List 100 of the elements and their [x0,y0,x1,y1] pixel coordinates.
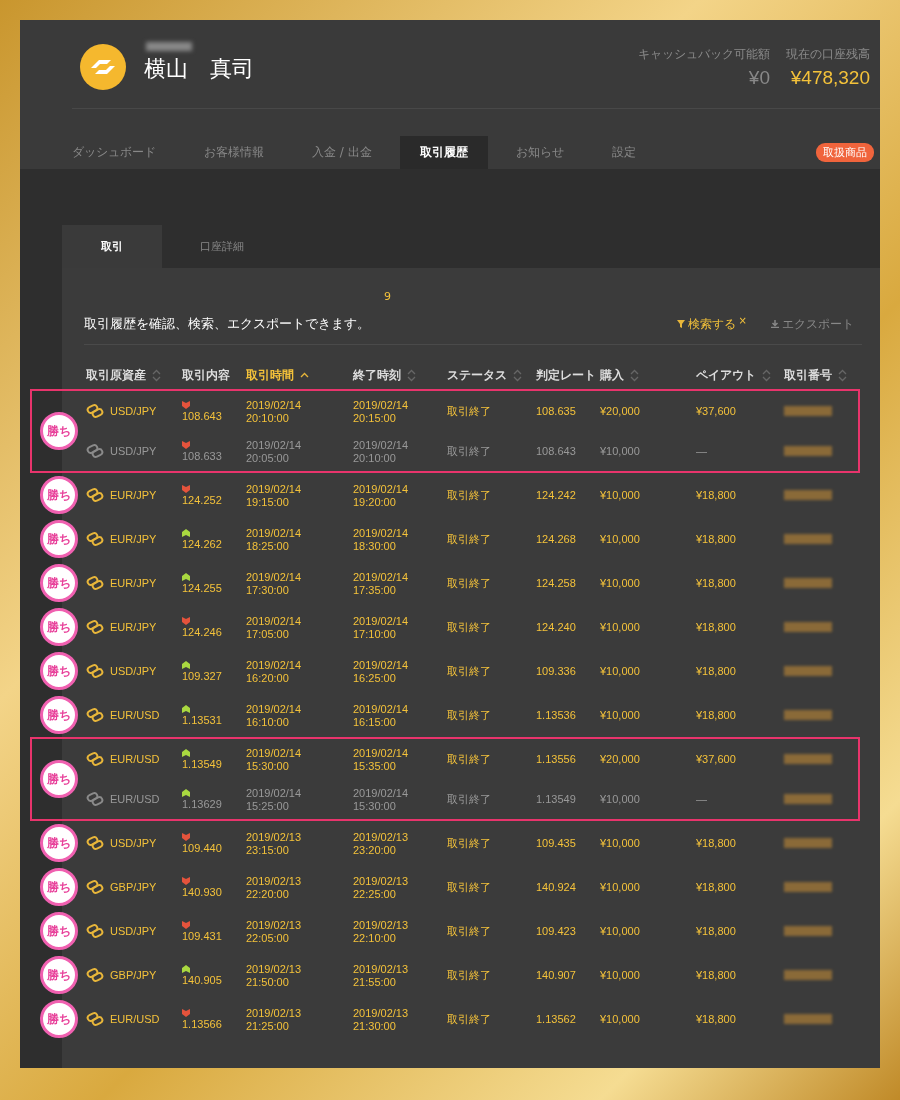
link-icon [86,576,104,590]
amount-text: ¥18,800 [696,577,736,589]
win-stamp: 勝ち [40,652,78,690]
rate-text: 109.435 [536,837,576,849]
amount-text: ¥18,800 [696,665,736,677]
time-text: 18:25:00 [246,539,289,552]
rate-text: 1.13531 [182,713,222,726]
pair-label: USD/JPY [110,925,157,937]
nav-tab[interactable]: 取引履歴 [399,136,488,169]
link-icon [86,792,104,806]
time-text: 18:30:00 [353,539,396,552]
time-text: 22:10:00 [353,931,396,944]
column-header[interactable]: 取引番号 [784,366,832,384]
time-text: 21:55:00 [353,975,396,988]
date-text: 2019/02/14 [246,614,302,627]
win-stamp: 勝ち [40,564,78,602]
pair-label: USD/JPY [110,445,157,457]
date-text: 2019/02/14 [246,702,302,715]
date-text: 2019/02/13 [246,830,302,843]
balance-label: 現在の口座残高 [786,46,870,63]
date-text: 2019/02/14 [246,570,302,583]
rate-text: 108.643 [182,409,222,422]
time-text: 17:10:00 [353,627,396,640]
status-text: 取引終了 [447,967,491,983]
win-stamp: 勝ち [40,412,78,450]
amount-text: ¥18,800 [696,621,736,633]
blurred-label [146,42,192,51]
amount-text: ¥10,000 [600,793,640,805]
date-text: 2019/02/14 [353,746,409,759]
clear-icon[interactable]: × [738,314,747,326]
status-text: 取引終了 [447,791,491,807]
pair-label: USD/JPY [110,837,157,849]
column-header[interactable]: ステータス [447,366,507,384]
amount-text: ¥20,000 [600,405,640,417]
link-icon [86,532,104,546]
rate-text: 124.268 [536,533,576,545]
sub-tab[interactable]: 口座詳細 [172,225,272,268]
amount-text: ¥10,000 [600,489,640,501]
time-text: 16:25:00 [353,671,396,684]
blurred-id [784,794,832,804]
win-stamp: 勝ち [40,760,78,798]
blurred-id [784,970,832,980]
time-text: 21:50:00 [246,975,289,988]
search-button[interactable]: 検索する × [676,315,747,333]
win-stamp: 勝ち [40,520,78,558]
blurred-id [784,926,832,936]
link-icon [86,708,104,722]
rate-text: 124.242 [536,489,576,501]
pair-label: USD/JPY [110,405,157,417]
column-header[interactable]: 取引時間 [246,366,294,384]
status-text: 取引終了 [447,923,491,939]
blurred-id [784,534,832,544]
column-header: 取引内容 [182,366,230,384]
pair-label: USD/JPY [110,665,157,677]
rate-text: 1.13549 [182,757,222,770]
rate-text: 108.635 [536,405,576,417]
amount-text: ¥18,800 [696,881,736,893]
rate-text: 108.643 [536,445,576,457]
time-text: 15:30:00 [246,759,289,772]
date-text: 2019/02/14 [246,482,302,495]
rate-text: 1.13566 [182,1017,222,1030]
time-text: 17:05:00 [246,627,289,640]
amount-text: ¥10,000 [600,881,640,893]
rate-text: 1.13556 [536,753,576,765]
link-icon [86,664,104,678]
date-text: 2019/02/14 [353,570,409,583]
date-text: 2019/02/14 [353,438,409,451]
link-icon [86,968,104,982]
pair-label: EUR/JPY [110,621,157,633]
win-stamp: 勝ち [40,912,78,950]
date-text: 2019/02/13 [246,1006,302,1019]
status-text: 取引終了 [447,403,491,419]
amount-text: ¥10,000 [600,925,640,937]
link-icon [86,836,104,850]
blurred-id [784,578,832,588]
time-text: 20:15:00 [353,411,396,424]
date-text: 2019/02/13 [353,962,409,975]
status-text: 取引終了 [447,487,491,503]
column-header[interactable]: ペイアウト [696,366,756,384]
time-text: 20:10:00 [353,451,396,464]
date-text: 2019/02/13 [353,830,409,843]
date-text: 2019/02/13 [353,874,409,887]
column-header[interactable]: 購入 [600,366,624,384]
rate-text: 1.13629 [182,797,222,810]
pair-label: EUR/USD [110,709,160,721]
win-stamp: 勝ち [40,696,78,734]
rate-text: 1.13549 [536,793,576,805]
win-stamp: 勝ち [40,1000,78,1038]
time-text: 22:25:00 [353,887,396,900]
time-text: 22:20:00 [246,887,289,900]
amount-text: ¥10,000 [600,533,640,545]
amount-text: ¥18,800 [696,969,736,981]
amount-text: ¥10,000 [600,577,640,589]
sub-tab[interactable]: 取引 [62,225,162,268]
date-text: 2019/02/14 [353,658,409,671]
amount-text: ¥37,600 [696,753,736,765]
rate-text: 109.431 [182,929,222,942]
column-header[interactable]: 取引原資産 [86,366,146,384]
column-header[interactable]: 終了時刻 [353,366,401,384]
link-icon [86,1012,104,1026]
